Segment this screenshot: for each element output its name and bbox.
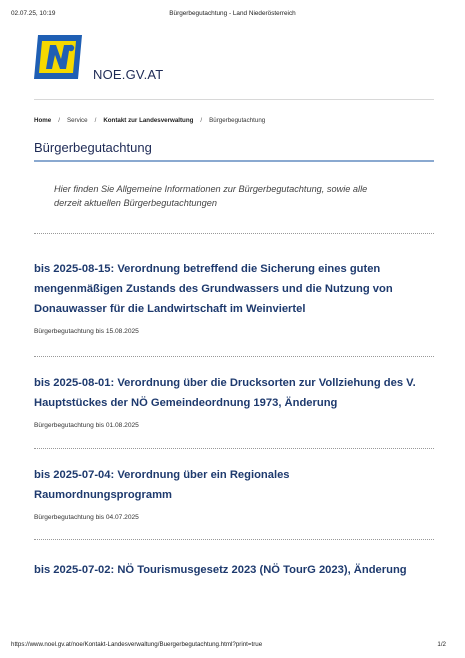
- breadcrumb-service[interactable]: Service: [67, 117, 88, 124]
- item-deadline: Bürgerbegutachtung bis 01.08.2025: [34, 422, 139, 429]
- section-divider: [34, 233, 434, 234]
- breadcrumb-separator: /: [200, 117, 203, 124]
- section-divider: [34, 539, 434, 540]
- print-url: https://www.noel.gv.at/noe/Kontakt-Lande…: [11, 641, 263, 648]
- item-deadline: Bürgerbegutachtung bis 15.08.2025: [34, 328, 139, 335]
- item-title-link[interactable]: bis 2025-08-01: Verordnung über die Druc…: [34, 373, 424, 413]
- breadcrumb-kontakt[interactable]: Kontakt zur Landesverwaltung: [103, 117, 193, 124]
- item-deadline: Bürgerbegutachtung bis 04.07.2025: [34, 514, 139, 521]
- breadcrumb-home[interactable]: Home: [34, 117, 51, 124]
- noe-logo-icon[interactable]: [34, 35, 82, 79]
- item-title-link[interactable]: bis 2025-07-04: Verordnung über ein Regi…: [34, 465, 424, 505]
- header-divider: [34, 99, 434, 100]
- breadcrumb-separator: /: [58, 117, 60, 124]
- page-title: Bürgerbegutachtung: [34, 140, 152, 155]
- print-title: Bürgerbegutachtung - Land Niederösterrei…: [169, 10, 296, 17]
- title-underline: [34, 160, 434, 162]
- list-item: bis 2025-08-01: Verordnung über die Druc…: [34, 373, 424, 429]
- breadcrumb: Home / Service / Kontakt zur Landesverwaltun…: [34, 117, 265, 124]
- list-item: bis 2025-07-04: Verordnung über ein Regi…: [34, 465, 424, 521]
- item-title-link[interactable]: bis 2025-08-15: Verordnung betreffend di…: [34, 259, 424, 319]
- print-header: 02.07.25, 10:19 Bürgerbegutachtung - Lan…: [11, 10, 454, 20]
- breadcrumb-current: Bürgerbegutachtung: [209, 117, 266, 124]
- breadcrumb-separator: /: [94, 117, 97, 124]
- list-item: bis 2025-07-02: NÖ Tourismusgesetz 2023 …: [34, 560, 424, 580]
- site-name-link[interactable]: NOE.GV.AT: [93, 67, 163, 82]
- intro-text: Hier finden Sie Allgemeine Informationen…: [54, 184, 368, 208]
- print-page-number: 1/2: [437, 641, 446, 648]
- list-item: bis 2025-08-15: Verordnung betreffend di…: [34, 259, 424, 335]
- section-divider: [34, 448, 434, 449]
- print-footer: https://www.noel.gv.at/noe/Kontakt-Lande…: [11, 641, 454, 651]
- section-divider: [34, 356, 434, 357]
- item-title-link[interactable]: bis 2025-07-02: NÖ Tourismusgesetz 2023 …: [34, 560, 424, 580]
